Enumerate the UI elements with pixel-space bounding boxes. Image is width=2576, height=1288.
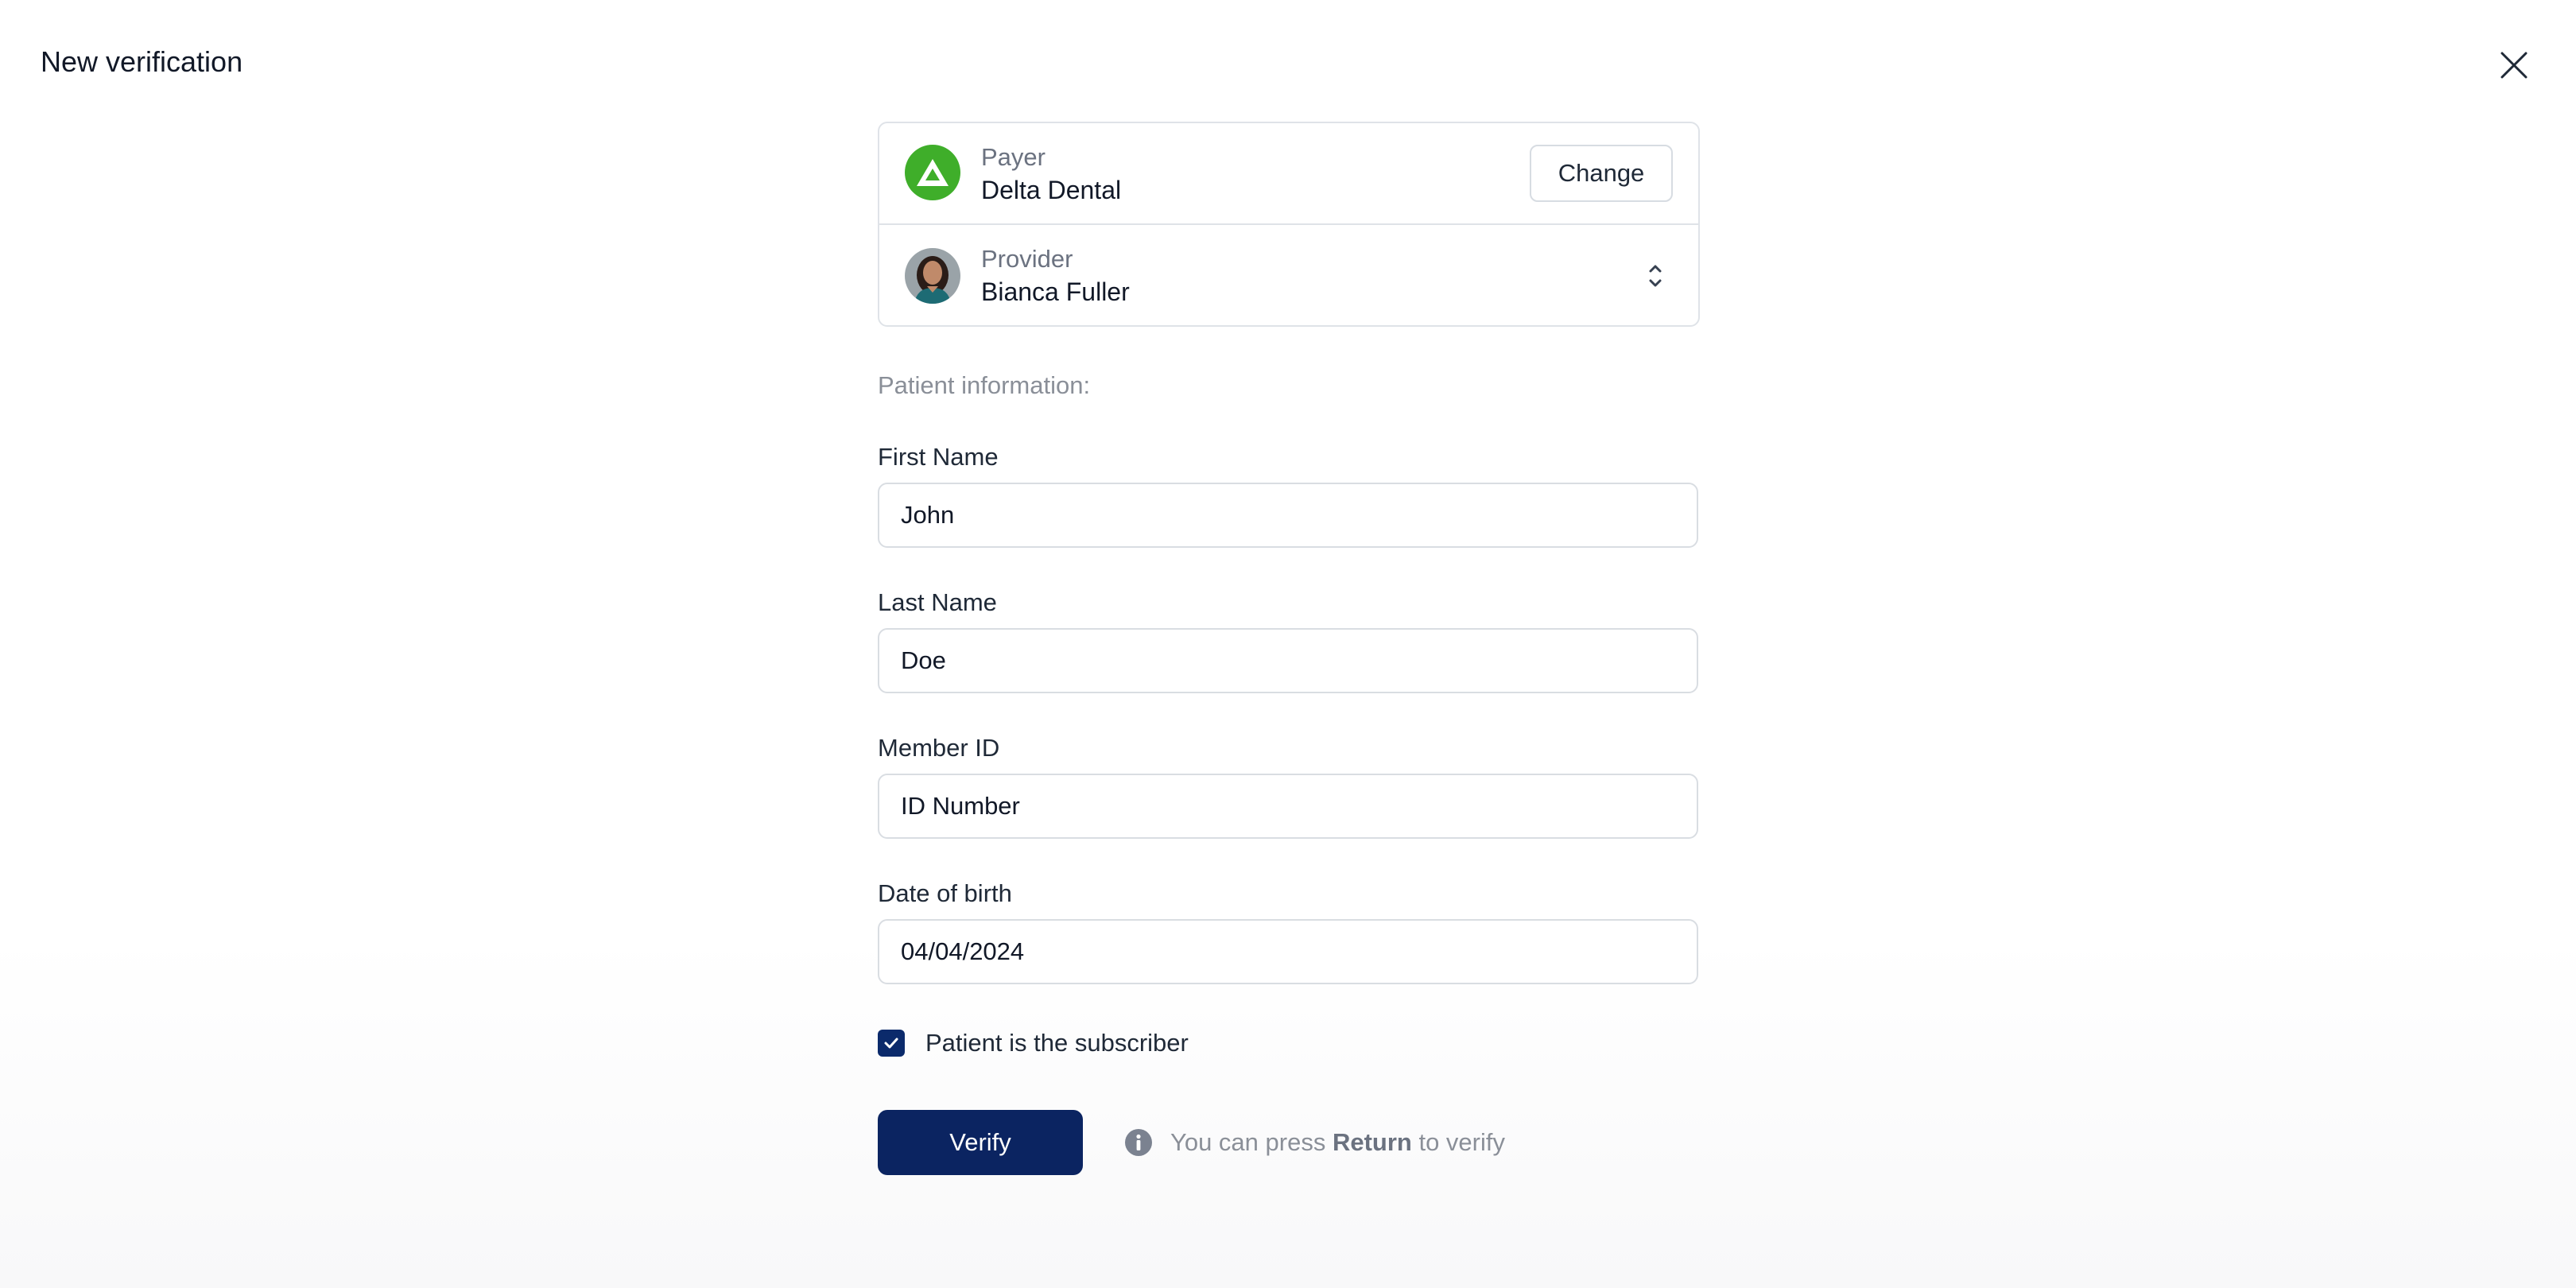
payer-caption: Payer	[981, 143, 1046, 171]
last-name-field[interactable]: Doe	[878, 628, 1698, 693]
check-icon	[884, 1038, 898, 1049]
dob-value: 04/04/2024	[901, 937, 1025, 965]
dob-label: Date of birth	[878, 879, 1012, 907]
last-name-label: Last Name	[878, 588, 997, 616]
dob-field[interactable]: 04/04/2024	[878, 919, 1698, 984]
delta-dental-logo	[905, 145, 960, 200]
verify-button[interactable]: Verify	[878, 1110, 1083, 1175]
page-title: New verification	[41, 45, 243, 78]
verification-form: Payer Delta Dental Change Provider Bianc…	[878, 122, 1700, 1175]
provider-row[interactable]: Provider Bianca Fuller	[879, 223, 1698, 325]
member-id-field[interactable]: ID Number	[878, 774, 1698, 839]
payer-name: Delta Dental	[981, 176, 1122, 204]
info-icon	[1125, 1129, 1152, 1156]
provider-avatar	[905, 248, 960, 304]
provider-caption: Provider	[981, 245, 1073, 273]
chevron-up-down-icon[interactable]	[1644, 258, 1666, 293]
payer-provider-card: Payer Delta Dental Change Provider Bianc…	[878, 122, 1700, 327]
hint-key: Return	[1332, 1128, 1412, 1156]
subscriber-checkbox-label[interactable]: Patient is the subscriber	[925, 1029, 1189, 1057]
close-icon	[2500, 52, 2528, 79]
first-name-field[interactable]: John	[878, 483, 1698, 548]
member-id-label: Member ID	[878, 734, 1000, 762]
delta-logo-icon	[917, 159, 949, 186]
return-hint: You can press Return to verify	[1124, 1128, 1505, 1157]
subscriber-checkbox-row: Patient is the subscriber	[878, 1027, 1698, 1059]
member-id-placeholder: ID Number	[901, 792, 1020, 820]
first-name-value: John	[901, 501, 955, 529]
change-payer-button[interactable]: Change	[1530, 145, 1673, 202]
first-name-label: First Name	[878, 443, 999, 471]
subscriber-checkbox[interactable]	[878, 1030, 905, 1057]
provider-name: Bianca Fuller	[981, 277, 1130, 306]
hint-suffix: to verify	[1418, 1128, 1505, 1156]
patient-info-label: Patient information:	[878, 371, 1091, 399]
payer-row: Payer Delta Dental Change	[879, 123, 1698, 223]
last-name-value: Doe	[901, 646, 946, 674]
close-button[interactable]	[2492, 43, 2536, 87]
form-actions: Verify You can press Return to verify	[878, 1110, 1698, 1175]
hint-prefix: You can press	[1170, 1128, 1326, 1156]
